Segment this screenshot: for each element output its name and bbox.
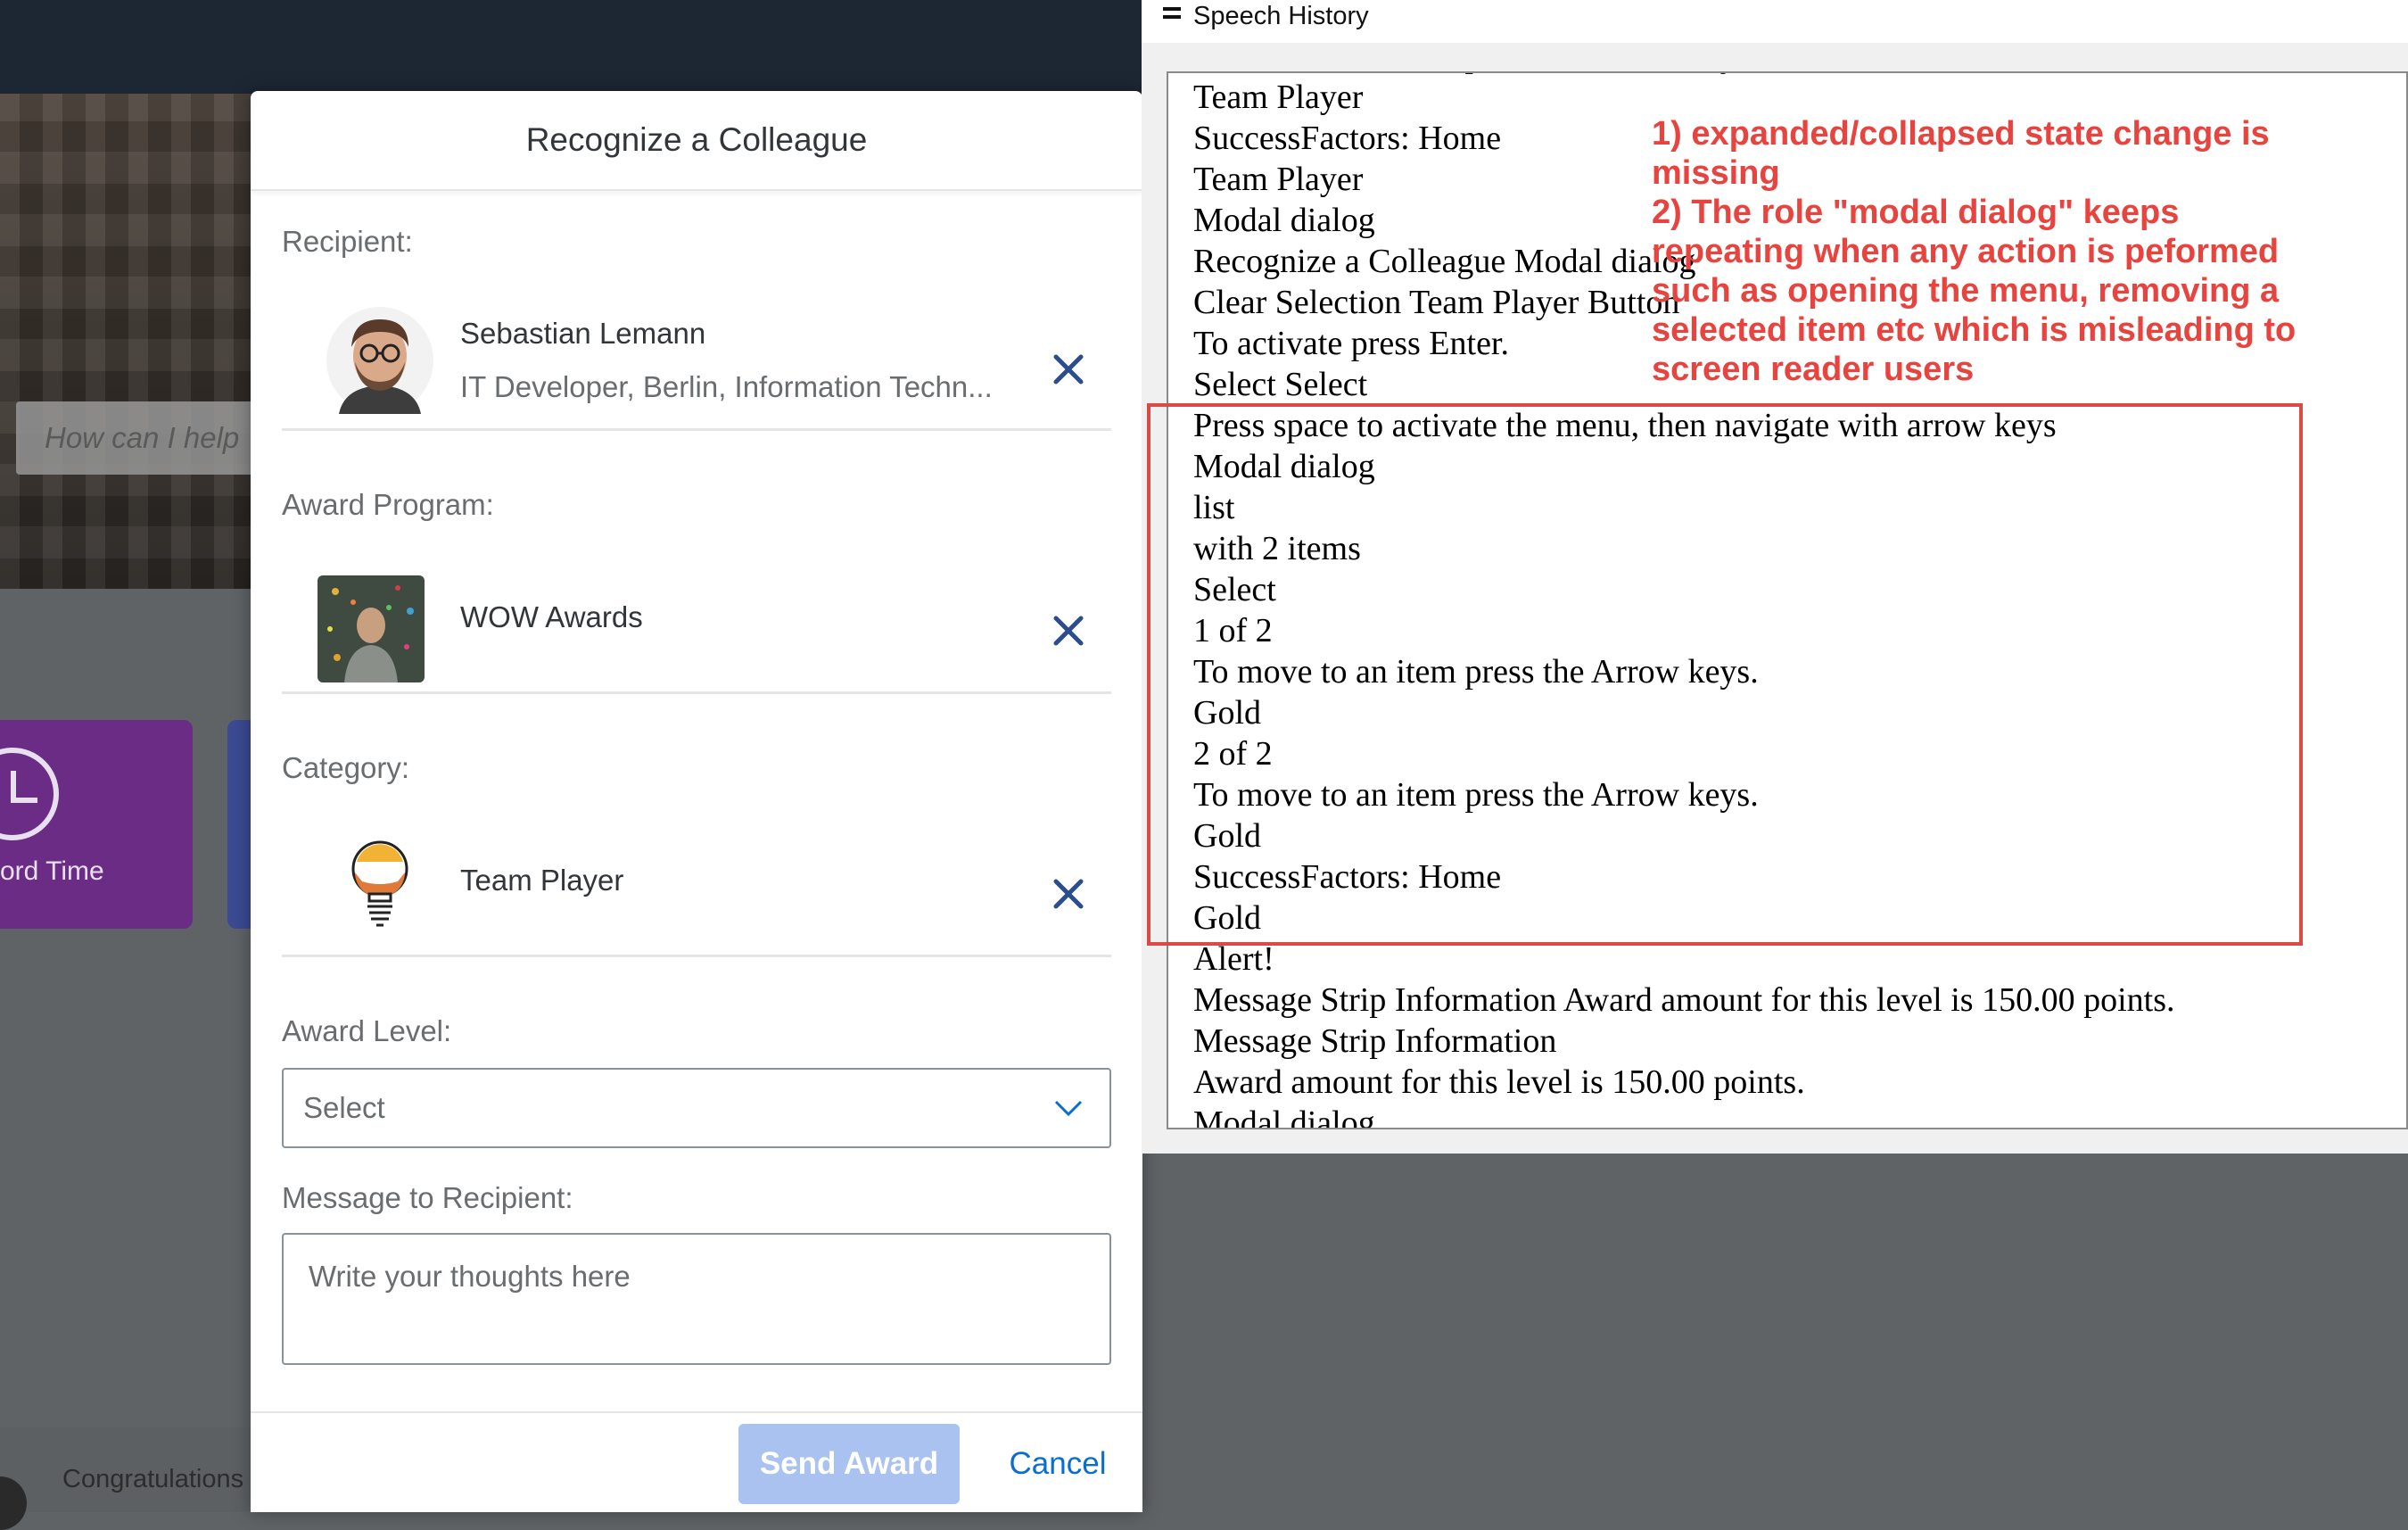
recipient-avatar [326,307,433,414]
chevron-down-icon [1054,1100,1083,1117]
speech-history-line: Select [1193,571,1276,608]
recipient-row: Sebastian Lemann IT Developer, Berlin, I… [282,277,1111,431]
speech-history-line: To move to an item press the Arrow keys. [1193,653,1759,691]
category-name: Team Player [460,864,624,897]
speech-history-line: 1 of 2 [1193,612,1273,649]
app-header-bar [0,0,1150,94]
speech-history-line: Modal dialog [1193,1104,1375,1129]
annotation-note-1: 1) expanded/collapsed state change is mi… [1652,115,2270,192]
annotation-note: 1) expanded/collapsed state change is mi… [1652,114,2312,389]
speech-history-line: with 2 items [1193,530,1361,567]
speech-history-titlebar: Speech History [1142,0,2408,43]
clear-award-program-button[interactable] [1049,611,1088,650]
speech-history-line: SuccessFactors: Home [1193,858,1502,896]
speech-history-line: 2 of 2 [1193,735,1273,773]
award-program-row: WOW Awards [282,540,1111,694]
lightbulb-icon [335,835,425,933]
award-level-value: Select [303,1091,385,1124]
dialog-title: Recognize a Colleague [251,91,1142,191]
award-program-label: Award Program: [282,488,494,521]
speech-history-line: To move to an item press the Arrow keys. [1193,776,1759,814]
cancel-button[interactable]: Cancel [991,1424,1125,1504]
award-program-name: WOW Awards [460,600,643,633]
speech-history-line: Gold [1193,899,1261,937]
annotation-note-2: 2) The role "modal dialog" keeps repeati… [1652,194,2297,388]
speech-history-line: Message Strip Information Award amount f… [1193,981,2175,1019]
speech-history-line: Award amount for this level is 150.00 po… [1193,1063,1805,1101]
close-icon [1053,879,1084,909]
dialog-footer: Send Award Cancel [251,1411,1142,1512]
speech-history-line: Alert! [1193,940,1274,978]
speech-history-line: Team Player [1193,79,1364,116]
recipient-subtitle: IT Developer, Berlin, Information Techn.… [460,370,993,403]
close-icon [1053,354,1084,385]
congratulations-text: Congratulations [62,1465,244,1493]
award-level-label: Award Level: [282,1014,452,1047]
message-label: Message to Recipient: [282,1181,573,1214]
search-input[interactable]: How can I help [16,401,284,475]
speech-history-line: Message Strip Information [1193,1022,1557,1060]
record-time-tile-label: ord Time [0,856,104,886]
speech-history-line: list [1193,489,1235,526]
category-label: Category: [282,751,410,784]
recipient-label: Recipient: [282,225,413,258]
speech-history-line: Gold [1193,694,1261,732]
speech-history-line: Press space to activate the menu, then n… [1193,407,2057,444]
award-program-image [317,575,425,682]
speech-history-line: Gold [1193,817,1261,855]
speech-history-title: Speech History [1193,2,1369,30]
recipient-name: Sebastian Lemann [460,317,706,350]
recognize-colleague-dialog: Recognize a Colleague Recipient: Sebasti… [251,91,1142,1512]
send-award-button[interactable]: Send Award [738,1424,960,1504]
award-level-select[interactable]: Select [282,1068,1111,1148]
message-textarea[interactable]: Write your thoughts here [282,1233,1111,1365]
hamburger-menu-icon[interactable] [1163,7,1181,23]
clear-category-button[interactable] [1049,874,1088,914]
close-icon [1053,616,1084,646]
speech-history-line: Modal dialog [1193,448,1375,485]
category-row: Team Player [282,803,1111,957]
clear-recipient-button[interactable] [1049,350,1088,389]
